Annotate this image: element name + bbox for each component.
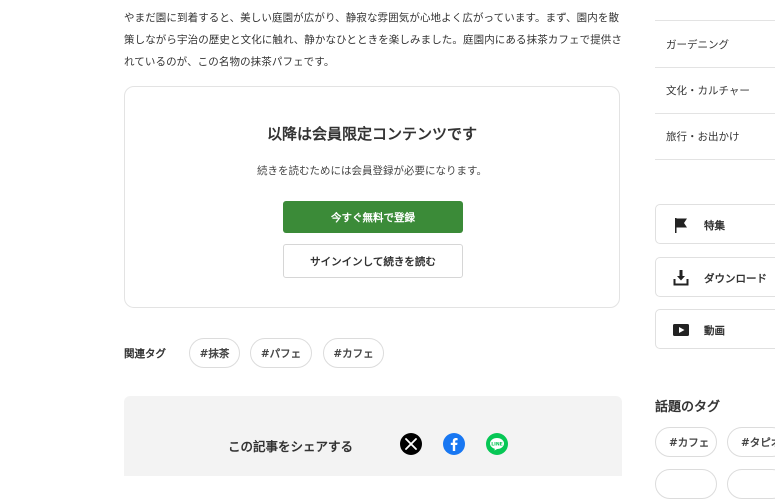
sidebar-card-label: 動画 (704, 325, 725, 337)
sidebar-divider (655, 113, 775, 114)
tag-matcha[interactable]: #抹茶 (189, 338, 240, 368)
topic-tag-more[interactable] (655, 469, 717, 499)
sidebar-item-travel[interactable]: 旅行・お出かけ (666, 129, 740, 144)
sidebar-item-culture[interactable]: 文化・カルチャー (666, 83, 750, 98)
sidebar-item-gardening[interactable]: ガーデニング (666, 37, 729, 52)
flag-icon (675, 218, 687, 233)
sidebar-divider (655, 20, 775, 21)
sidebar-card-download[interactable]: ダウンロード (655, 257, 775, 297)
register-free-button[interactable]: 今すぐ無料で登録 (283, 201, 463, 233)
download-icon (673, 270, 689, 286)
share-label: この記事をシェアする (228, 439, 354, 454)
tag-parfait[interactable]: #パフェ (250, 338, 312, 368)
video-icon (673, 324, 689, 336)
topic-tag-more[interactable] (727, 469, 775, 499)
sidebar-divider (655, 67, 775, 68)
signin-button[interactable]: サインインして続きを読む (283, 244, 463, 278)
topic-tags-title: 話題のタグ (655, 400, 721, 415)
sidebar-card-features[interactable]: 特集 (655, 204, 775, 244)
facebook-icon[interactable] (443, 433, 465, 455)
share-section: この記事をシェアする LINE (124, 396, 622, 476)
x-icon[interactable] (400, 433, 422, 455)
topic-tag-cafe[interactable]: #カフェ (655, 427, 717, 457)
svg-text:LINE: LINE (491, 441, 503, 447)
tag-cafe[interactable]: #カフェ (323, 338, 384, 368)
related-tags-label: 関連タグ (124, 348, 166, 360)
sidebar-card-label: 特集 (704, 220, 725, 232)
article-intro-text: やまだ園に到着すると、美しい庭園が広がり、静寂な雰囲気が心地よく広がっています。… (124, 12, 622, 68)
members-only-description: 続きを読むためには会員登録が必要になります。 (257, 165, 487, 177)
sidebar-card-label: ダウンロード (704, 273, 767, 285)
sidebar-card-video[interactable]: 動画 (655, 309, 775, 349)
sidebar-divider (655, 159, 775, 160)
topic-tag-tapioca[interactable]: #タピオ (727, 427, 775, 457)
line-icon[interactable]: LINE (486, 433, 508, 455)
members-only-title: 以降は会員限定コンテンツです (266, 125, 477, 143)
members-only-box: 以降は会員限定コンテンツです 続きを読むためには会員登録が必要になります。 今す… (124, 86, 620, 308)
